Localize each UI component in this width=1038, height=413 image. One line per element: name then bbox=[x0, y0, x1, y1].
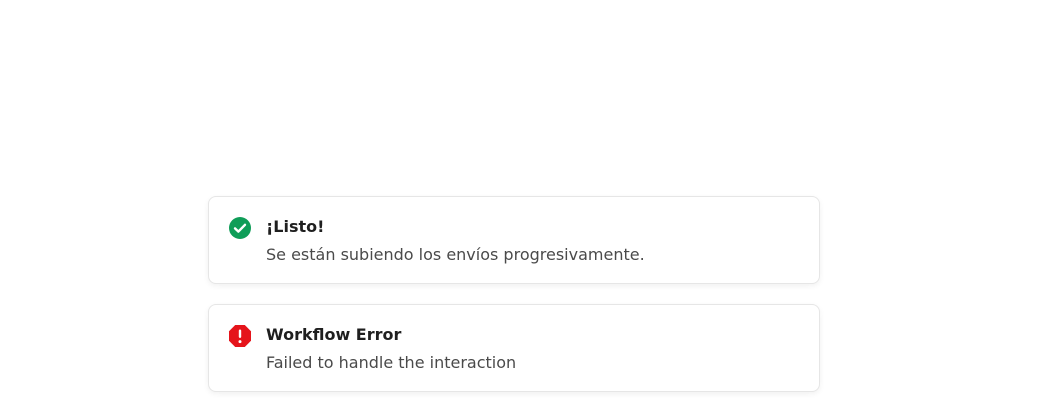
error-toast[interactable]: Workflow Error Failed to handle the inte… bbox=[208, 304, 820, 392]
toast-message: Failed to handle the interaction bbox=[266, 353, 517, 372]
toast-stack: ¡Listo! Se están subiendo los envíos pro… bbox=[0, 0, 1038, 413]
toast-title: ¡Listo! bbox=[266, 217, 325, 236]
octagon-alert-icon bbox=[228, 324, 252, 348]
toast-title: Workflow Error bbox=[266, 325, 402, 344]
check-circle-icon bbox=[228, 216, 252, 240]
success-toast[interactable]: ¡Listo! Se están subiendo los envíos pro… bbox=[208, 196, 820, 284]
toast-message: Se están subiendo los envíos progresivam… bbox=[266, 245, 645, 264]
